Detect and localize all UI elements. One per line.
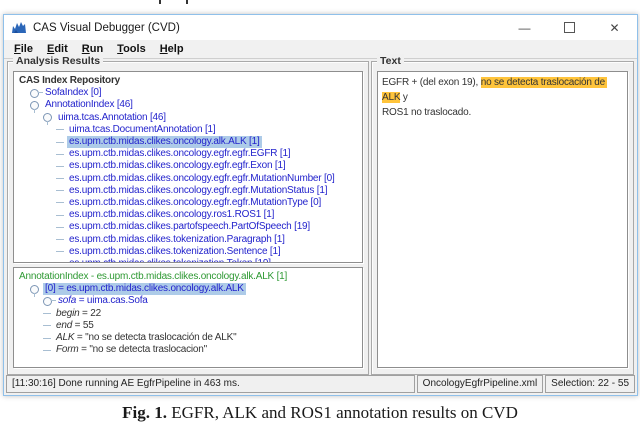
tree-node-label: uima.tcas.DocumentAnnotation [1] xyxy=(67,124,217,136)
tree-node[interactable]: es.upm.ctb.midas.clikes.oncology.egfr.eg… xyxy=(14,148,362,160)
tree-node[interactable]: sofa = uima.cas.Sofa xyxy=(14,295,362,307)
tree-connector xyxy=(56,166,64,167)
tree-connector xyxy=(43,350,51,351)
tree-node[interactable]: AnnotationIndex [46] xyxy=(14,99,362,111)
annotation-detail-tree[interactable]: AnnotationIndex - es.upm.ctb.midas.clike… xyxy=(13,267,363,368)
tree-connector xyxy=(56,251,64,252)
document-text-segment: EGFR + (del exon 19), xyxy=(382,77,481,88)
close-button[interactable]: ✕ xyxy=(592,15,637,40)
menu-tools[interactable]: Tools xyxy=(111,42,152,56)
tree-node[interactable]: ALK = "no se detecta traslocación de ALK… xyxy=(14,332,362,344)
menu-help[interactable]: Help xyxy=(154,42,190,56)
window-title: CAS Visual Debugger (CVD) xyxy=(33,22,180,34)
tree-node-label: es.upm.ctb.midas.clikes.tokenization.Sen… xyxy=(67,246,282,258)
tree-node[interactable]: es.upm.ctb.midas.clikes.partofspeech.Par… xyxy=(14,221,362,233)
cropped-text-fragment xyxy=(159,0,161,4)
tree-node-label: es.upm.ctb.midas.clikes.oncology.ros1.RO… xyxy=(67,209,276,221)
tree-node-label: es.upm.ctb.midas.clikes.oncology.egfr.eg… xyxy=(67,160,287,172)
maximize-button[interactable] xyxy=(547,15,592,40)
tree-connector xyxy=(56,202,64,203)
cropped-text-fragment xyxy=(186,0,188,4)
tree-node-label: es.upm.ctb.midas.clikes.oncology.egfr.eg… xyxy=(67,148,292,160)
tree-node[interactable]: es.upm.ctb.midas.clikes.tokenization.Par… xyxy=(14,233,362,245)
text-panel-title: Text xyxy=(377,54,404,68)
status-selection: Selection: 22 - 55 xyxy=(545,375,635,393)
tree-connector xyxy=(56,154,64,155)
tree-node-label: es.upm.ctb.midas.clikes.tokenization.Par… xyxy=(67,234,287,246)
tree-node[interactable]: begin = 22 xyxy=(14,308,362,320)
tree-expand-handle-icon[interactable] xyxy=(43,113,52,122)
document-text: EGFR + (del exon 19), no se detecta tras… xyxy=(378,72,627,123)
tree-node[interactable]: es.upm.ctb.midas.clikes.oncology.egfr.eg… xyxy=(14,197,362,209)
tree-node-label: sofa = uima.cas.Sofa xyxy=(56,295,150,307)
tree-node-label: [0] = es.upm.ctb.midas.clikes.oncology.a… xyxy=(43,283,246,295)
tree-node-label: Form = "no se detecta traslocacion" xyxy=(54,344,209,356)
tree-connector xyxy=(43,313,51,314)
tree-connector xyxy=(56,190,64,191)
tree-node-label: uima.tcas.Annotation [46] xyxy=(56,112,168,124)
tree-node-label: es.upm.ctb.midas.clikes.oncology.alk.ALK… xyxy=(67,136,262,148)
tree-node-label: es.upm.ctb.midas.clikes.oncology.egfr.eg… xyxy=(67,185,329,197)
tree-node[interactable]: AnnotationIndex - es.upm.ctb.midas.clike… xyxy=(14,271,362,283)
tree-node[interactable]: uima.tcas.DocumentAnnotation [1] xyxy=(14,124,362,136)
tree-node[interactable]: SofaIndex [0] xyxy=(14,87,362,99)
tree-connector xyxy=(56,215,64,216)
tree-connector xyxy=(43,325,51,326)
tree-node-label: SofaIndex [0] xyxy=(43,87,103,99)
tree-node[interactable]: uima.tcas.Annotation [46] xyxy=(14,112,362,124)
tree-node[interactable]: es.upm.ctb.midas.clikes.oncology.egfr.eg… xyxy=(14,173,362,185)
cas-index-tree[interactable]: CAS Index RepositorySofaIndex [0]Annotat… xyxy=(13,71,363,263)
tree-node-label: begin = 22 xyxy=(54,308,103,320)
document-text-segment: y xyxy=(400,92,407,103)
tree-node[interactable]: es.upm.ctb.midas.clikes.tokenization.Tok… xyxy=(14,258,362,263)
tree-node[interactable]: CAS Index Repository xyxy=(14,75,362,87)
tree-node[interactable]: es.upm.ctb.midas.clikes.tokenization.Sen… xyxy=(14,246,362,258)
figure-caption: Fig. 1. EGFR, ALK and ROS1 annotation re… xyxy=(0,403,640,423)
document-text-area[interactable]: EGFR + (del exon 19), no se detecta tras… xyxy=(377,71,628,368)
minimize-button[interactable]: — xyxy=(502,15,547,40)
document-text-segment: ROS1 no traslocado. xyxy=(382,107,471,118)
figure-caption-text: EGFR, ALK and ROS1 annotation results on… xyxy=(167,403,518,422)
status-pipeline-file: OncologyEgfrPipeline.xml xyxy=(417,375,544,393)
tree-connector xyxy=(56,178,64,179)
tree-node-label: end = 55 xyxy=(54,320,96,332)
tree-node-label: es.upm.ctb.midas.clikes.oncology.egfr.eg… xyxy=(67,197,323,209)
analysis-panel-title: Analysis Results xyxy=(13,54,103,68)
cvd-window: CAS Visual Debugger (CVD) — ✕ FileEditRu… xyxy=(3,14,638,396)
tree-node-label: es.upm.ctb.midas.clikes.partofspeech.Par… xyxy=(67,221,312,233)
tree-node-label: AnnotationIndex - es.upm.ctb.midas.clike… xyxy=(17,271,289,283)
status-message: [11:30:16] Done running AE EgfrPipeline … xyxy=(6,375,415,393)
tree-node[interactable]: es.upm.ctb.midas.clikes.oncology.egfr.eg… xyxy=(14,160,362,172)
tree-connector xyxy=(43,338,51,339)
tree-connector xyxy=(56,129,64,130)
analysis-results-panel: Analysis Results CAS Index RepositorySof… xyxy=(7,61,369,375)
maximize-icon xyxy=(564,22,575,33)
title-bar[interactable]: CAS Visual Debugger (CVD) — ✕ xyxy=(4,15,637,40)
tree-node-label: CAS Index Repository xyxy=(17,75,122,87)
tree-node[interactable]: end = 55 xyxy=(14,320,362,332)
tree-node-label: ALK = "no se detecta traslocación de ALK… xyxy=(54,332,238,344)
tree-connector xyxy=(56,142,64,143)
figure-caption-label: Fig. 1. xyxy=(122,403,167,422)
tree-node-label: es.upm.ctb.midas.clikes.oncology.egfr.eg… xyxy=(67,173,337,185)
uima-app-icon xyxy=(11,21,27,35)
tree-node[interactable]: Form = "no se detecta traslocacion" xyxy=(14,344,362,356)
tree-node-label: AnnotationIndex [46] xyxy=(43,99,135,111)
tree-connector xyxy=(56,227,64,228)
tree-expand-handle-icon[interactable] xyxy=(30,101,39,110)
text-panel: Text EGFR + (del exon 19), no se detecta… xyxy=(371,61,634,375)
tree-connector xyxy=(56,239,64,240)
tree-node[interactable]: es.upm.ctb.midas.clikes.oncology.ros1.RO… xyxy=(14,209,362,221)
tree-node-label: es.upm.ctb.midas.clikes.tokenization.Tok… xyxy=(67,258,273,263)
tree-expand-handle-icon[interactable] xyxy=(43,297,52,306)
tree-node[interactable]: es.upm.ctb.midas.clikes.oncology.alk.ALK… xyxy=(14,136,362,148)
tree-node[interactable]: [0] = es.upm.ctb.midas.clikes.oncology.a… xyxy=(14,283,362,295)
tree-expand-handle-icon[interactable] xyxy=(30,89,39,98)
tree-expand-handle-icon[interactable] xyxy=(30,285,39,294)
status-bar: [11:30:16] Done running AE EgfrPipeline … xyxy=(6,375,635,393)
tree-node[interactable]: es.upm.ctb.midas.clikes.oncology.egfr.eg… xyxy=(14,185,362,197)
